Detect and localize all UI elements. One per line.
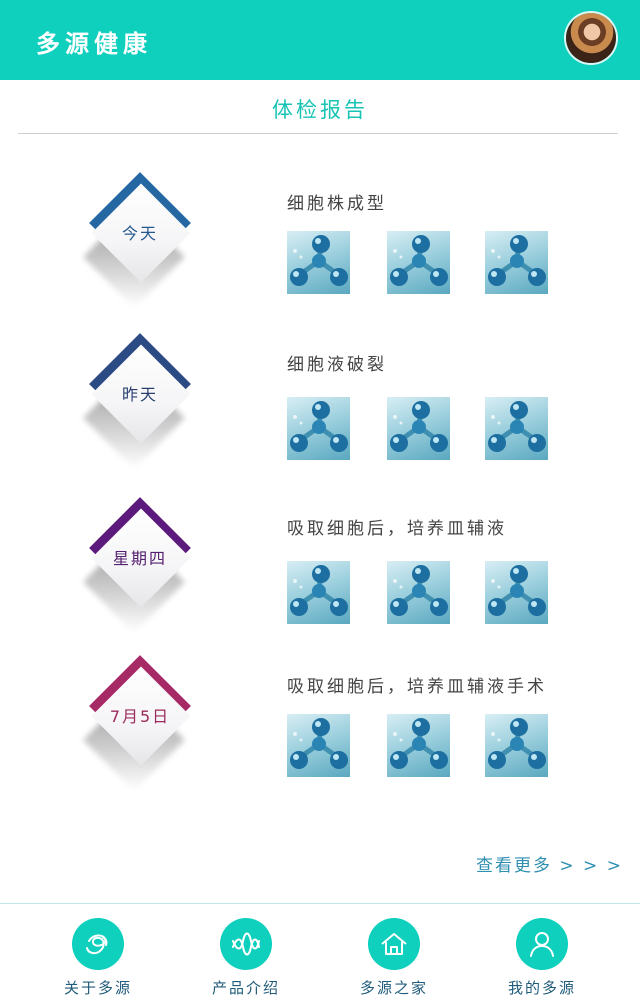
- entry-title: 吸取细胞后，培养皿辅液手术: [287, 677, 547, 697]
- divider: [18, 133, 618, 134]
- bottom-nav-divider: [0, 903, 640, 904]
- molecule-thumbnail[interactable]: [387, 397, 450, 460]
- app-header: 多源健康: [0, 0, 640, 80]
- entry-title: 细胞液破裂: [287, 355, 387, 375]
- molecule-thumbnail[interactable]: [485, 714, 548, 777]
- date-badge: 星期四: [65, 497, 215, 658]
- view-more-link[interactable]: 查看更多 > > >: [476, 851, 623, 876]
- molecule-thumbnail[interactable]: [287, 561, 350, 624]
- nav-label-home: 多源之家: [359, 979, 428, 997]
- report-entry[interactable]: 7月5日 吸取细胞后，培养皿辅液手术: [0, 648, 640, 808]
- molecule-thumbnail[interactable]: [485, 397, 548, 460]
- molecule-thumbnail[interactable]: [387, 561, 450, 624]
- molecule-thumbnail[interactable]: [485, 561, 548, 624]
- report-entry[interactable]: 星期四 吸取细胞后，培养皿辅液: [0, 490, 640, 650]
- page-title: 体检报告: [272, 98, 368, 122]
- molecule-thumbnail[interactable]: [287, 397, 350, 460]
- molecule-thumbnail[interactable]: [287, 714, 350, 777]
- entry-title: 细胞株成型: [287, 194, 387, 214]
- nav-item-about[interactable]: 关于多源: [38, 918, 158, 1004]
- date-badge: 昨天: [65, 333, 215, 494]
- home-icon: [368, 918, 420, 970]
- molecule-thumbnail[interactable]: [485, 231, 548, 294]
- date-badge: 今天: [65, 172, 215, 333]
- molecule-thumbnail[interactable]: [287, 231, 350, 294]
- date-label: 昨天: [121, 385, 158, 404]
- entry-title: 吸取细胞后，培养皿辅液: [287, 519, 507, 539]
- app-title: 多源健康: [36, 30, 152, 58]
- report-entry[interactable]: 昨天 细胞液破裂: [0, 326, 640, 486]
- date-label: 星期四: [112, 549, 167, 568]
- nav-item-products[interactable]: 产品介绍: [186, 918, 306, 1004]
- dna-icon: [220, 918, 272, 970]
- date-label: 7月5日: [109, 707, 171, 726]
- nav-item-home[interactable]: 多源之家: [334, 918, 454, 1004]
- nav-label-mine: 我的多源: [507, 979, 576, 997]
- nav-item-mine[interactable]: 我的多源: [482, 918, 602, 1004]
- date-label: 今天: [121, 224, 158, 243]
- molecule-thumbnail[interactable]: [387, 231, 450, 294]
- nav-label-products: 产品介绍: [211, 979, 280, 997]
- user-icon: [516, 918, 568, 970]
- report-entry[interactable]: 今天 细胞株成型: [0, 165, 640, 325]
- about-icon: [72, 918, 124, 970]
- nav-label-about: 关于多源: [63, 979, 132, 997]
- avatar[interactable]: [566, 13, 616, 63]
- date-badge: 7月5日: [65, 655, 215, 816]
- molecule-thumbnail[interactable]: [387, 714, 450, 777]
